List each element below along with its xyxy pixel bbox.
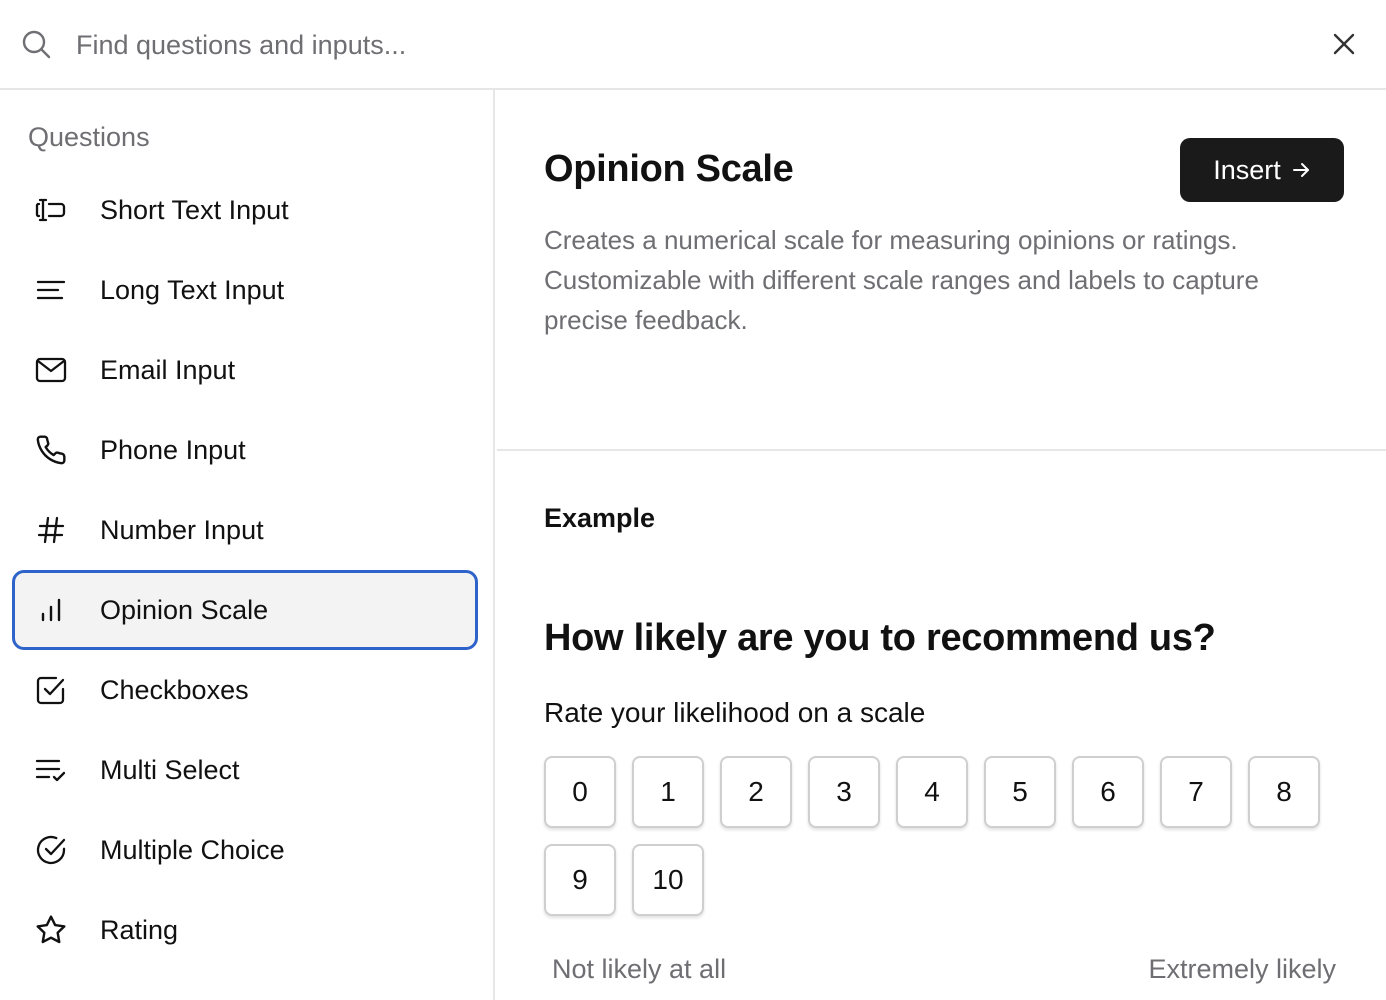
sidebar-item-checkboxes[interactable]: Checkboxes	[12, 650, 478, 730]
close-icon[interactable]	[1330, 30, 1358, 58]
sidebar-item-label: Number Input	[100, 514, 264, 545]
sidebar-item-long-text-input[interactable]: Long Text Input	[12, 250, 478, 330]
example-label: Example	[544, 503, 656, 533]
sidebar-item-number-input[interactable]: Number Input	[12, 490, 478, 570]
sidebar-item-label: Long Text Input	[100, 274, 285, 305]
mail-icon	[34, 355, 68, 385]
scale-option-6[interactable]: 6	[1072, 756, 1144, 828]
sidebar-item-label: Multi Select	[100, 754, 240, 785]
align-left-icon	[34, 275, 68, 305]
section-title: Questions	[28, 122, 150, 152]
phone-icon	[34, 435, 68, 465]
sidebar-item-opinion-scale[interactable]: Opinion Scale	[12, 570, 478, 650]
sidebar-item-email-input[interactable]: Email Input	[12, 330, 478, 410]
divider	[497, 449, 1386, 451]
insert-button-label: Insert	[1213, 154, 1281, 185]
sidebar-item-label: Opinion Scale	[100, 594, 269, 625]
example-question: How likely are you to recommend us?	[544, 617, 1216, 659]
scale-option-5[interactable]: 5	[984, 756, 1056, 828]
scale-option-7[interactable]: 7	[1160, 756, 1232, 828]
example-subtext: Rate your likelihood on a scale	[544, 697, 926, 728]
scale-option-8[interactable]: 8	[1248, 756, 1320, 828]
scale-option-3[interactable]: 3	[808, 756, 880, 828]
insert-button[interactable]: Insert	[1180, 138, 1344, 202]
sidebar-item-label: Short Text Input	[100, 194, 289, 225]
list-checks-icon	[34, 755, 68, 785]
detail-description: Creates a numerical scale for measuring …	[544, 225, 1259, 335]
sidebar-item-short-text-input[interactable]: Short Text Input	[12, 170, 478, 250]
sidebar: Questions Short Text Input Long Text Inp…	[0, 90, 495, 1000]
check-square-icon	[34, 675, 68, 705]
sidebar-item-label: Multiple Choice	[100, 834, 285, 865]
scale-option-1[interactable]: 1	[632, 756, 704, 828]
sidebar-item-label: Email Input	[100, 354, 236, 385]
circle-check-icon	[34, 835, 68, 865]
sidebar-item-multiple-choice[interactable]: Multiple Choice	[12, 810, 478, 890]
sidebar-item-rating[interactable]: Rating	[12, 890, 478, 970]
sidebar-item-phone-input[interactable]: Phone Input	[12, 410, 478, 490]
search-bar	[0, 0, 1386, 90]
scale-low-label: Not likely at all	[552, 954, 727, 984]
text-cursor-input-icon	[34, 195, 68, 225]
sidebar-item-label: Rating	[100, 914, 179, 945]
detail-panel: Opinion Scale Insert Creates a numerical…	[497, 90, 1386, 1000]
scale-option-9[interactable]: 9	[544, 844, 616, 916]
scale-option-10[interactable]: 10	[632, 844, 704, 916]
star-icon	[34, 915, 68, 945]
arrow-right-icon	[1292, 163, 1309, 177]
bar-chart-icon	[34, 595, 68, 625]
scale-option-2[interactable]: 2	[720, 756, 792, 828]
hash-icon	[34, 515, 68, 545]
sidebar-item-label: Phone Input	[100, 434, 246, 465]
scale-high-label: Extremely likely	[1148, 954, 1336, 984]
search-input[interactable]	[76, 22, 1276, 68]
scale-option-4[interactable]: 4	[896, 756, 968, 828]
sidebar-item-label: Checkboxes	[100, 674, 249, 705]
search-icon	[22, 30, 51, 59]
scale-option-0[interactable]: 0	[544, 756, 616, 828]
detail-title: Opinion Scale	[544, 148, 794, 190]
sidebar-item-multi-select[interactable]: Multi Select	[12, 730, 478, 810]
